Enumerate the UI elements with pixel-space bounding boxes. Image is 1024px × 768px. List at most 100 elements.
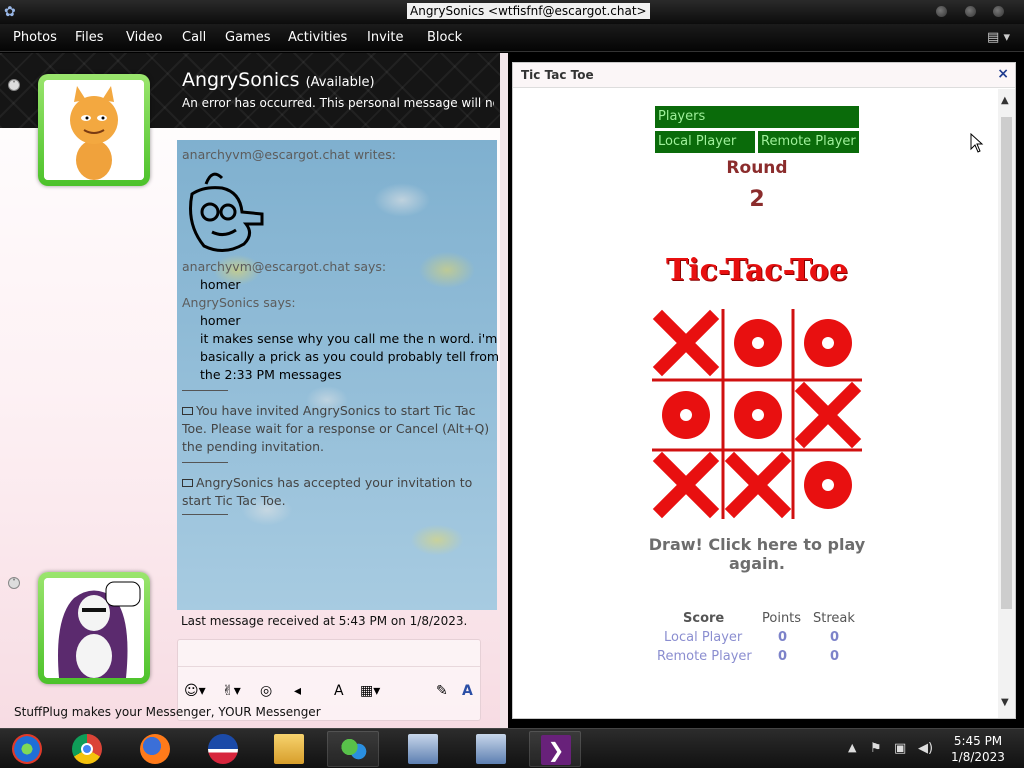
- messenger-icon: ✿: [4, 4, 16, 20]
- system-message: AngrySonics has accepted your invitation…: [182, 474, 472, 492]
- board-cell-2-2[interactable]: [724, 381, 794, 451]
- menu-files[interactable]: Files: [75, 30, 104, 46]
- taskbar-visual-studio[interactable]: ❯: [529, 731, 581, 767]
- network-icon[interactable]: ▣: [894, 741, 906, 756]
- options-menu-icon[interactable]: ▤ ▾: [987, 30, 1010, 45]
- o-mark-icon: [804, 461, 852, 509]
- clock-date: 1/8/2023: [951, 750, 1005, 764]
- taskbar-explorer[interactable]: [263, 731, 315, 767]
- scroll-down-icon[interactable]: ▼: [1001, 697, 1009, 708]
- chat-sender-line: anarchyvm@escargot.chat says:: [182, 259, 387, 274]
- local-player-streak: 0: [830, 630, 840, 645]
- play-again-link[interactable]: Draw! Click here to play again.: [643, 535, 871, 573]
- chat-message: the 2:33 PM messages: [200, 367, 342, 382]
- menu-call[interactable]: Call: [182, 30, 206, 46]
- background-icon[interactable]: ▦▾: [360, 682, 380, 700]
- message-divider: [182, 514, 228, 515]
- chrome-center-icon: [81, 743, 93, 755]
- voice-clip-icon[interactable]: ◂: [294, 682, 301, 700]
- contact-avatar[interactable]: [38, 74, 150, 186]
- remote-desktop-icon: [408, 734, 438, 764]
- contact-name-block: AngrySonics (Available): [182, 69, 375, 91]
- board-cell-1-3[interactable]: [794, 309, 864, 379]
- board-cell-3-1[interactable]: [652, 451, 722, 521]
- scroll-up-icon[interactable]: ▲: [1001, 95, 1009, 106]
- emoticon-icon[interactable]: ☺▾: [184, 682, 206, 700]
- menu-invite[interactable]: Invite: [367, 30, 403, 46]
- taskbar-chrome[interactable]: [61, 731, 113, 767]
- handwriting-icon[interactable]: ✎: [436, 682, 448, 700]
- envelope-icon: [182, 479, 193, 487]
- contact-personal-message: An error has occurred. This personal mes…: [182, 96, 494, 110]
- compose-separator: [178, 666, 480, 667]
- x-mark-icon: [652, 451, 720, 519]
- collapse-self-button[interactable]: ˅: [8, 577, 20, 589]
- menu-photos[interactable]: Photos: [13, 30, 57, 46]
- invite-line: You have invited AngrySonics to start Ti…: [196, 403, 476, 418]
- msn-messenger-icon: [339, 735, 369, 765]
- local-player-button[interactable]: Local Player: [655, 131, 755, 153]
- taskbar-media-center[interactable]: [1, 731, 53, 767]
- show-hidden-icons-icon[interactable]: ▲: [848, 741, 856, 754]
- close-window-button[interactable]: [993, 6, 1004, 17]
- user-avatar-image: [44, 578, 144, 678]
- remote-player-score-label: Remote Player: [657, 649, 752, 664]
- round-label: Round: [726, 158, 788, 178]
- menu-video[interactable]: Video: [126, 30, 162, 46]
- font-style-icon[interactable]: A: [334, 682, 344, 700]
- remote-player-button[interactable]: Remote Player: [758, 131, 859, 153]
- board-cell-2-3[interactable]: [794, 381, 864, 451]
- font-icon[interactable]: A: [462, 682, 473, 700]
- action-center-flag-icon[interactable]: ⚑: [870, 741, 882, 756]
- taskbar-messenger[interactable]: [327, 731, 379, 767]
- taskbar-remote-desktop[interactable]: [397, 731, 449, 767]
- menu-activities[interactable]: Activities: [288, 30, 347, 46]
- game-title: Tic Tac Toe: [521, 68, 594, 82]
- title-bar: ✿ AngrySonics <wtfisfnf@escargot.chat>: [0, 0, 1024, 24]
- firefox-icon: [140, 734, 170, 764]
- players-header: Players: [655, 106, 859, 128]
- envelope-icon: [182, 407, 193, 415]
- o-mark-icon: [734, 391, 782, 439]
- wink-icon[interactable]: ✌▾: [222, 682, 241, 700]
- menu-games[interactable]: Games: [225, 30, 270, 46]
- taskbar-remote-desktop-2[interactable]: [465, 731, 517, 767]
- board-cell-1-1[interactable]: [652, 309, 722, 379]
- windows-media-center-icon: [12, 734, 42, 764]
- chat-history[interactable]: anarchyvm@escargot.chat writes: anarchyv…: [177, 140, 499, 610]
- accepted-line: AngrySonics has accepted your invitation…: [196, 475, 473, 490]
- system-clock[interactable]: 5:45 PM 1/8/2023: [946, 733, 1010, 765]
- stuffplug-footer: StuffPlug makes your Messenger, YOUR Mes…: [14, 705, 321, 719]
- game-scrollbar[interactable]: ▲ ▼: [998, 89, 1015, 718]
- points-header: Points: [762, 611, 802, 626]
- tic-tac-toe-panel: Tic Tac Toe × Players Local Player Remot…: [512, 62, 1016, 719]
- menu-block[interactable]: Block: [427, 30, 462, 46]
- game-titlebar: Tic Tac Toe ×: [513, 63, 1015, 88]
- remote-player-points: 0: [778, 649, 788, 664]
- o-mark-icon: [662, 391, 710, 439]
- chat-sender-line: AngrySonics says:: [182, 295, 296, 310]
- close-icon[interactable]: ×: [997, 66, 1009, 82]
- window-title: AngrySonics <wtfisfnf@escargot.chat>: [407, 3, 650, 19]
- nudge-icon[interactable]: ◎: [260, 682, 272, 700]
- pane-splitter[interactable]: [500, 53, 508, 728]
- contact-avatar-image: [44, 80, 144, 180]
- taskbar-firefox[interactable]: [129, 731, 181, 767]
- x-mark-icon: [794, 381, 862, 449]
- minimize-button[interactable]: [936, 6, 947, 17]
- accepted-line: start Tic Tac Toe.: [182, 493, 286, 508]
- collapse-contact-button[interactable]: ˅: [8, 79, 20, 91]
- maximize-button[interactable]: [965, 6, 976, 17]
- conversation-pane: ˅ AngrySonics (Available) An error has o…: [0, 53, 500, 728]
- board-cell-1-2[interactable]: [724, 309, 794, 379]
- volume-icon[interactable]: ◀): [918, 741, 933, 756]
- menu-bar: Photos Files Video Call Games Activities…: [0, 24, 1024, 52]
- board-cell-3-3[interactable]: [794, 451, 864, 521]
- taskbar-obama[interactable]: [197, 731, 249, 767]
- board-cell-3-2[interactable]: [724, 451, 794, 521]
- board-cell-2-1[interactable]: [652, 381, 722, 451]
- system-message: You have invited AngrySonics to start Ti…: [182, 402, 476, 420]
- message-divider: [182, 462, 228, 463]
- user-avatar[interactable]: [38, 572, 150, 684]
- scroll-thumb[interactable]: [1001, 117, 1012, 609]
